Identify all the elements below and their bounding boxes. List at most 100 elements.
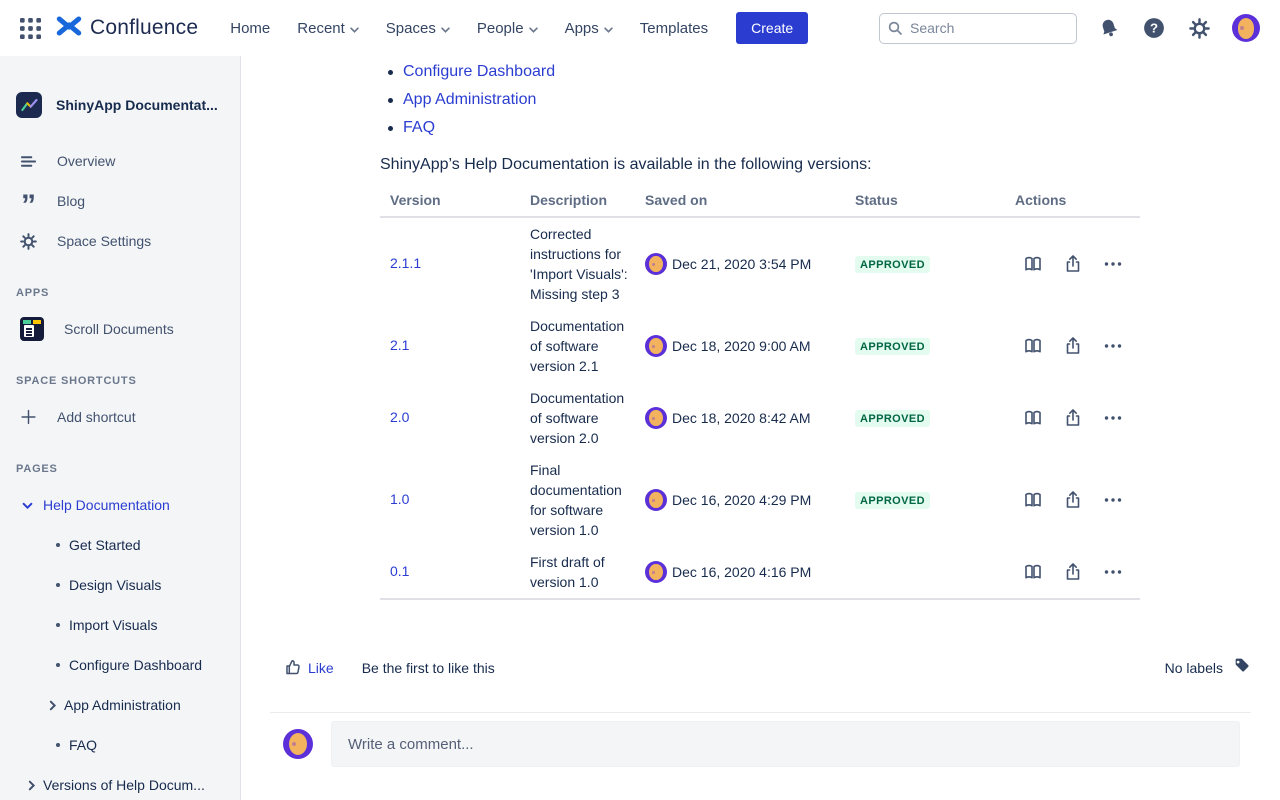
sidebar-item-label: Add shortcut [57, 409, 136, 425]
author-avatar[interactable] [645, 253, 667, 275]
export-share-icon[interactable] [1063, 408, 1083, 428]
toc-item: Configure Dashboard [388, 58, 555, 86]
toc-link-app-administration[interactable]: App Administration [403, 91, 536, 109]
more-actions-ellipsis-icon[interactable] [1103, 254, 1123, 274]
read-view-book-icon[interactable] [1023, 490, 1043, 510]
labels-text: No labels [1165, 660, 1223, 676]
space-header[interactable]: ShinyApp Documentat... [0, 56, 240, 118]
table-row: 1.0 Final documentation for software ver… [380, 454, 1140, 546]
more-actions-ellipsis-icon[interactable] [1103, 562, 1123, 582]
toc-link-configure-dashboard[interactable]: Configure Dashboard [403, 63, 555, 81]
version-link[interactable]: 1.0 [390, 491, 409, 507]
page-tree-versions-of-help-doc[interactable]: Versions of Help Docum... [0, 765, 240, 800]
page-tree-import-visuals[interactable]: Import Visuals [0, 605, 240, 645]
comment-section-divider [270, 712, 1251, 713]
col-header-description: Description [520, 192, 635, 208]
nav-recent[interactable]: Recent [297, 20, 359, 37]
app-switcher-icon[interactable] [18, 16, 42, 40]
saved-on-cell: Dec 18, 2020 8:42 AM [645, 407, 845, 429]
create-button[interactable]: Create [736, 12, 808, 44]
version-link[interactable]: 0.1 [390, 563, 409, 579]
confluence-logo[interactable]: Confluence [56, 13, 198, 44]
like-button[interactable]: Like [284, 658, 334, 679]
notifications-bell-icon[interactable] [1097, 16, 1121, 40]
status-badge: APPROVED [855, 410, 930, 427]
export-share-icon[interactable] [1063, 490, 1083, 510]
add-shortcut-button[interactable]: Add shortcut [0, 397, 240, 437]
table-header-row: Version Description Saved on Status Acti… [380, 192, 1140, 218]
thumbs-up-icon [284, 658, 302, 679]
page-tree-configure-dashboard[interactable]: Configure Dashboard [0, 645, 240, 685]
version-link[interactable]: 2.0 [390, 409, 409, 425]
toc-link-faq[interactable]: FAQ [403, 119, 435, 137]
read-view-book-icon[interactable] [1023, 562, 1043, 582]
col-header-actions: Actions [1005, 192, 1140, 208]
status-badge: APPROVED [855, 338, 930, 355]
nav-home[interactable]: Home [230, 20, 270, 37]
first-like-text: Be the first to like this [362, 660, 495, 676]
nav-apps[interactable]: Apps [565, 20, 613, 37]
page-tree-app-administration[interactable]: App Administration [0, 685, 240, 725]
table-row: 2.0 Documentation of software version 2.… [380, 382, 1140, 454]
export-share-icon[interactable] [1063, 254, 1083, 274]
comment-input[interactable] [331, 721, 1240, 767]
search-input[interactable] [879, 13, 1077, 44]
labels-group[interactable]: No labels [1165, 657, 1250, 679]
row-actions [1005, 490, 1140, 510]
page-tree-get-started[interactable]: Get Started [0, 525, 240, 565]
author-avatar[interactable] [645, 561, 667, 583]
bullet-dot [56, 623, 60, 627]
sidebar-item-space-settings[interactable]: Space Settings [0, 221, 240, 261]
export-share-icon[interactable] [1063, 562, 1083, 582]
more-actions-ellipsis-icon[interactable] [1103, 408, 1123, 428]
chevron-right-icon[interactable] [28, 780, 36, 791]
read-view-book-icon[interactable] [1023, 408, 1043, 428]
settings-gear-icon[interactable] [1187, 16, 1211, 40]
more-actions-ellipsis-icon[interactable] [1103, 490, 1123, 510]
page-tree-design-visuals[interactable]: Design Visuals [0, 565, 240, 605]
saved-on-cell: Dec 16, 2020 4:29 PM [645, 489, 845, 511]
author-avatar[interactable] [645, 489, 667, 511]
author-avatar[interactable] [645, 335, 667, 357]
versions-table: Version Description Saved on Status Acti… [380, 192, 1140, 600]
page-tree-help-documentation[interactable]: Help Documentation [0, 485, 240, 525]
page-content: Configure Dashboard App Administration F… [241, 56, 1280, 800]
author-avatar[interactable] [645, 407, 667, 429]
comment-composer [283, 721, 1240, 767]
sidebar-item-scroll-documents[interactable]: Scroll Documents [0, 309, 240, 349]
row-actions [1005, 562, 1140, 582]
chevron-right-icon[interactable] [49, 700, 57, 711]
chevron-down-icon[interactable] [22, 497, 33, 513]
read-view-book-icon[interactable] [1023, 336, 1043, 356]
top-navigation-bar: Confluence Home Recent Spaces People App… [0, 0, 1280, 56]
nav-templates[interactable]: Templates [640, 20, 708, 37]
nav-spaces[interactable]: Spaces [386, 20, 450, 37]
chevron-down-icon [441, 20, 450, 37]
blog-quote-icon [20, 191, 37, 211]
toc-item: App Administration [388, 86, 555, 114]
saved-on-cell: Dec 18, 2020 9:00 AM [645, 335, 845, 357]
svg-text:?: ? [1150, 21, 1158, 36]
more-actions-ellipsis-icon[interactable] [1103, 336, 1123, 356]
version-link[interactable]: 2.1.1 [390, 255, 421, 271]
page-tree-faq[interactable]: FAQ [0, 725, 240, 765]
space-avatar-icon [16, 92, 42, 118]
version-link[interactable]: 2.1 [390, 337, 409, 353]
sidebar-nav: Overview Blog Space Settings [0, 141, 240, 261]
row-actions [1005, 254, 1140, 274]
space-name: ShinyApp Documentat... [56, 97, 218, 113]
sidebar-item-overview[interactable]: Overview [0, 141, 240, 181]
help-icon[interactable]: ? [1142, 16, 1166, 40]
version-description: Corrected instructions for 'Import Visua… [520, 224, 635, 304]
chevron-down-icon [350, 20, 359, 37]
version-description: First draft of version 1.0 [520, 552, 635, 592]
intro-text: ShinyApp’s Help Documentation is availab… [380, 156, 872, 174]
table-row: 0.1 First draft of version 1.0 Dec 16, 2… [380, 546, 1140, 598]
nav-people[interactable]: People [477, 20, 538, 37]
user-avatar[interactable] [1232, 14, 1260, 42]
sidebar-item-label: Space Settings [57, 233, 151, 249]
sidebar-item-blog[interactable]: Blog [0, 181, 240, 221]
row-actions [1005, 408, 1140, 428]
read-view-book-icon[interactable] [1023, 254, 1043, 274]
export-share-icon[interactable] [1063, 336, 1083, 356]
